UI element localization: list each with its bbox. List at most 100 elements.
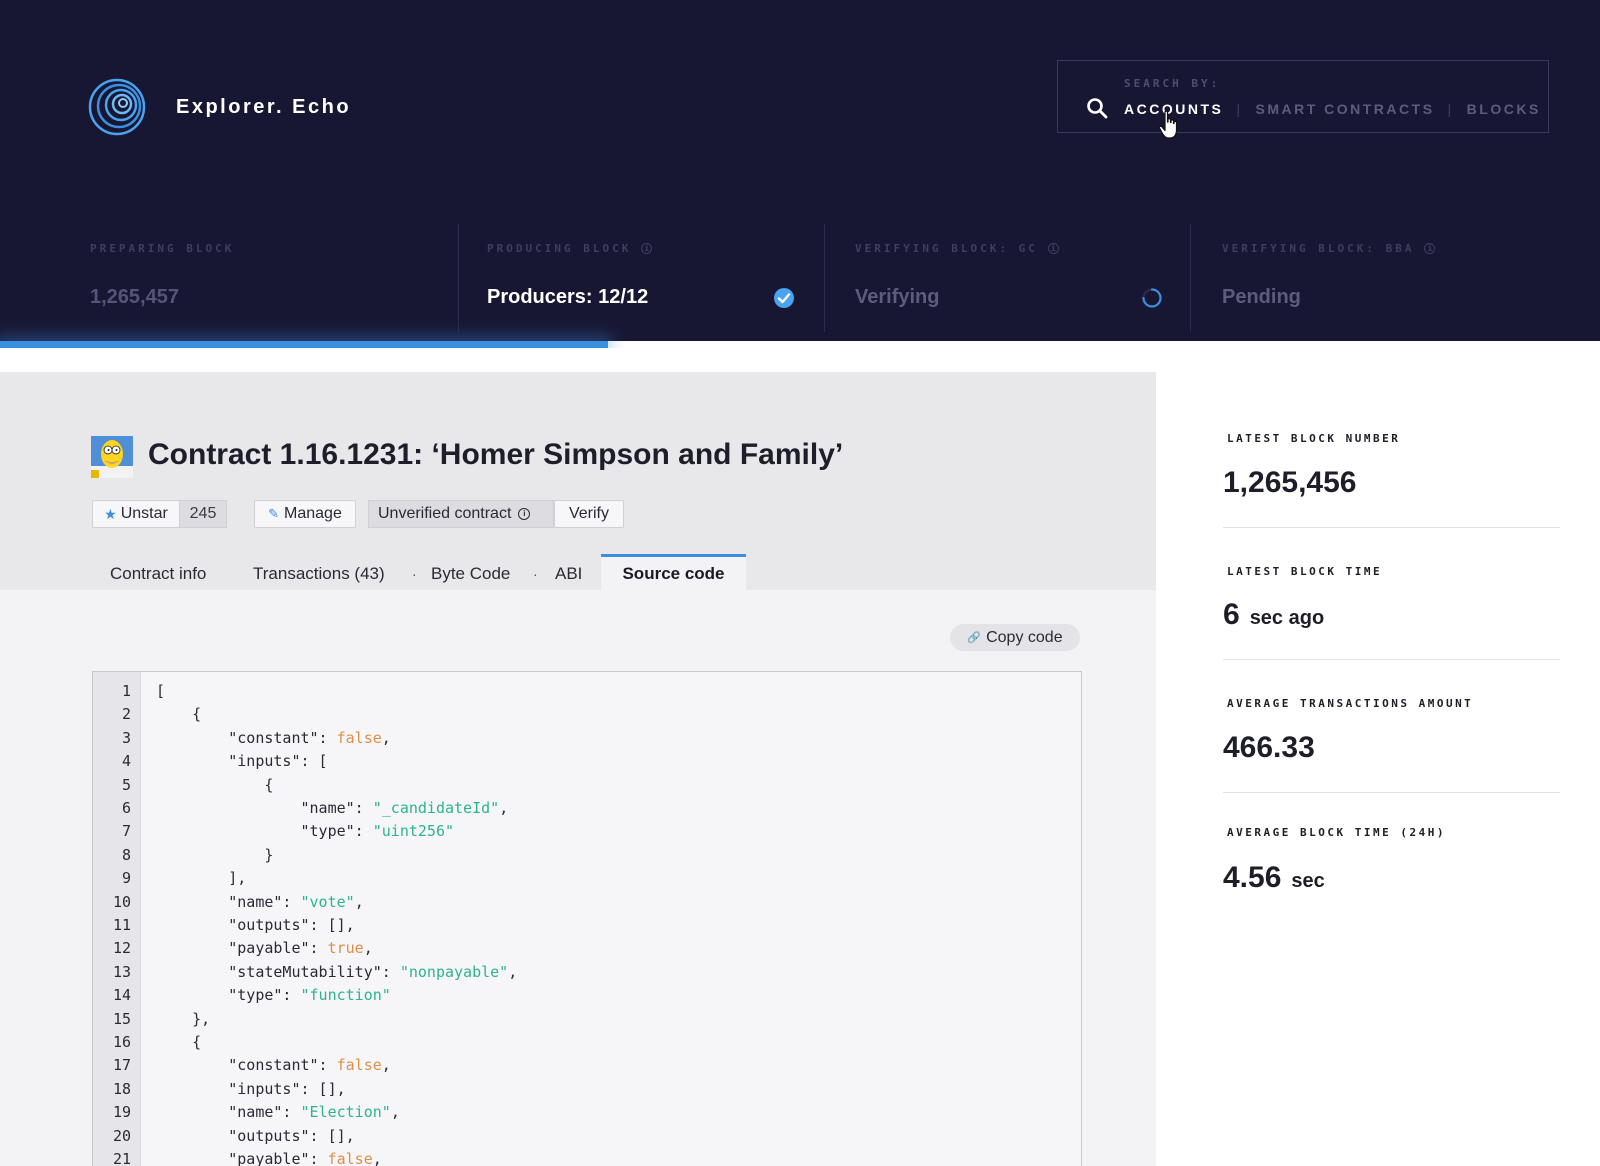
line-number: 3 (121, 728, 131, 747)
stat-number: 6 (1223, 598, 1240, 631)
code-token: "type": (156, 822, 373, 841)
line-number: 2 (121, 705, 131, 724)
line-number: 16 (112, 1033, 131, 1051)
code-line: 16 { (93, 1033, 201, 1056)
search-icon[interactable] (1086, 97, 1108, 119)
stage-label-text: VERIFYING BLOCK: GC (855, 242, 1038, 255)
code-token: } (156, 845, 274, 864)
code-text: "inputs": [], (156, 1079, 346, 1098)
code-line: 10 "name": "vote", (93, 892, 364, 916)
top-header: Explorer. Echo SEARCH BY: ACCOUNTS | SMA… (0, 0, 1600, 348)
tab-abi[interactable]: ABI (555, 556, 582, 592)
search-option-smart-contracts[interactable]: SMART CONTRACTS (1255, 101, 1434, 117)
tab-contract-info[interactable]: Contract info (110, 556, 206, 592)
stage-value: Producers: 12/12 (487, 286, 649, 308)
star-count: 245 (179, 500, 227, 528)
stat-divider (1223, 527, 1560, 528)
code-token: "inputs": [], (156, 1079, 346, 1098)
line-number: 10 (112, 892, 131, 911)
verify-label: Verify (568, 505, 609, 522)
star-icon: ★ (104, 505, 117, 522)
stage-preparing-block: PREPARING BLOCK 1,265,457 (90, 222, 458, 334)
info-icon[interactable]: i (641, 243, 653, 254)
info-icon[interactable]: i (1424, 243, 1436, 254)
stat-divider (1223, 792, 1560, 793)
code-token-str: "function" (300, 986, 391, 1005)
code-text: "constant": false, (156, 1056, 391, 1074)
line-number: 20 (112, 1126, 131, 1145)
code-token-bool: false (336, 728, 382, 747)
search-option-blocks[interactable]: BLOCKS (1467, 101, 1541, 117)
code-line: 6 "name": "_candidateId", (93, 799, 508, 822)
code-token: "constant": (156, 728, 337, 747)
code-line: 1[ (93, 682, 165, 705)
brand-logo[interactable]: Explorer. Echo (88, 78, 351, 136)
code-token-bool: false (336, 1056, 382, 1075)
copy-code-label: Copy code (986, 628, 1063, 646)
code-line: 11 "outputs": [], (93, 916, 355, 939)
code-token: "constant": (156, 1056, 337, 1075)
info-icon[interactable]: i (1047, 243, 1059, 254)
code-line: 5 { (93, 775, 273, 799)
stat-label-average-transactions: AVERAGE TRANSACTIONS AMOUNT (1227, 697, 1474, 710)
code-line: 9 ], (93, 869, 246, 892)
code-text: "name": "_candidateId", (156, 799, 508, 817)
search-separator: | (1236, 101, 1243, 117)
stat-label-latest-block-number: LATEST BLOCK NUMBER (1227, 432, 1401, 445)
contract-avatar (91, 436, 133, 478)
tab-byte-code[interactable]: Byte Code (431, 556, 510, 592)
code-text: [ (156, 682, 165, 700)
tab-transactions[interactable]: Transactions (43) (253, 556, 385, 592)
search-separator: | (1447, 101, 1454, 117)
code-text: { (156, 705, 201, 723)
manage-button[interactable]: ✎ Manage (254, 500, 356, 528)
line-number: 19 (112, 1103, 131, 1122)
stage-divider (824, 224, 825, 332)
code-token-str: "nonpayable" (399, 962, 509, 981)
info-icon[interactable]: i (518, 508, 531, 520)
code-text: "name": "Election", (156, 1103, 400, 1121)
check-circle-icon (774, 288, 794, 308)
line-number: 17 (112, 1056, 131, 1075)
content-gap (0, 348, 1156, 372)
pencil-icon: ✎ (268, 506, 280, 521)
code-text: { (156, 1033, 201, 1051)
stage-label-text: PREPARING BLOCK (90, 242, 235, 255)
unstar-button[interactable]: ★ Unstar (92, 500, 180, 528)
stage-divider (458, 224, 459, 332)
line-number: 4 (121, 752, 131, 771)
line-number: 14 (112, 986, 131, 1005)
code-token-bool: false (327, 1150, 373, 1166)
stat-number: 1,265,456 (1223, 466, 1357, 499)
copy-code-button[interactable]: 🔗 Copy code (950, 624, 1080, 651)
tab-source-code[interactable]: Source code (601, 554, 746, 590)
code-viewer[interactable]: 1[2 {3 "constant": false, 4 "inputs": [5 … (92, 671, 1082, 1166)
stage-producing-block: PRODUCING BLOCK i Producers: 12/12 (487, 222, 827, 334)
code-token: , (499, 799, 509, 817)
code-text: ], (156, 869, 246, 887)
line-number: 5 (121, 775, 131, 794)
code-text: } (156, 846, 273, 864)
code-token: , (381, 1056, 391, 1075)
tab-separator: · (533, 566, 538, 582)
line-number: 21 (112, 1150, 131, 1166)
search-box[interactable]: SEARCH BY: ACCOUNTS | SMART CONTRACTS | … (1057, 60, 1549, 133)
stat-number: 466.33 (1223, 731, 1315, 764)
stage-verifying-gc: VERIFYING BLOCK: GC i Verifying (855, 222, 1185, 334)
code-token: "stateMutability": (156, 962, 400, 981)
code-line: 3 "constant": false, (93, 728, 391, 752)
code-token: "type": (156, 986, 301, 1005)
code-token: "inputs": [ (156, 752, 328, 771)
code-line: 2 { (93, 705, 201, 728)
code-token: "name": (156, 892, 301, 911)
code-line: 13 "stateMutability": "nonpayable", (93, 963, 517, 986)
code-text: "outputs": [], (156, 916, 354, 934)
code-line: 4 "inputs": [ (93, 752, 328, 775)
code-token-str: "uint256" (372, 822, 455, 841)
verify-button[interactable]: Verify (554, 500, 624, 528)
stat-unit: sec ago (1249, 607, 1325, 629)
brand-name: Explorer. Echo (176, 95, 352, 118)
stat-label-average-block-time: AVERAGE BLOCK TIME (24H) (1227, 826, 1446, 839)
line-number: 1 (121, 682, 131, 700)
block-stages: PREPARING BLOCK 1,265,457 PRODUCING BLOC… (0, 222, 1600, 334)
